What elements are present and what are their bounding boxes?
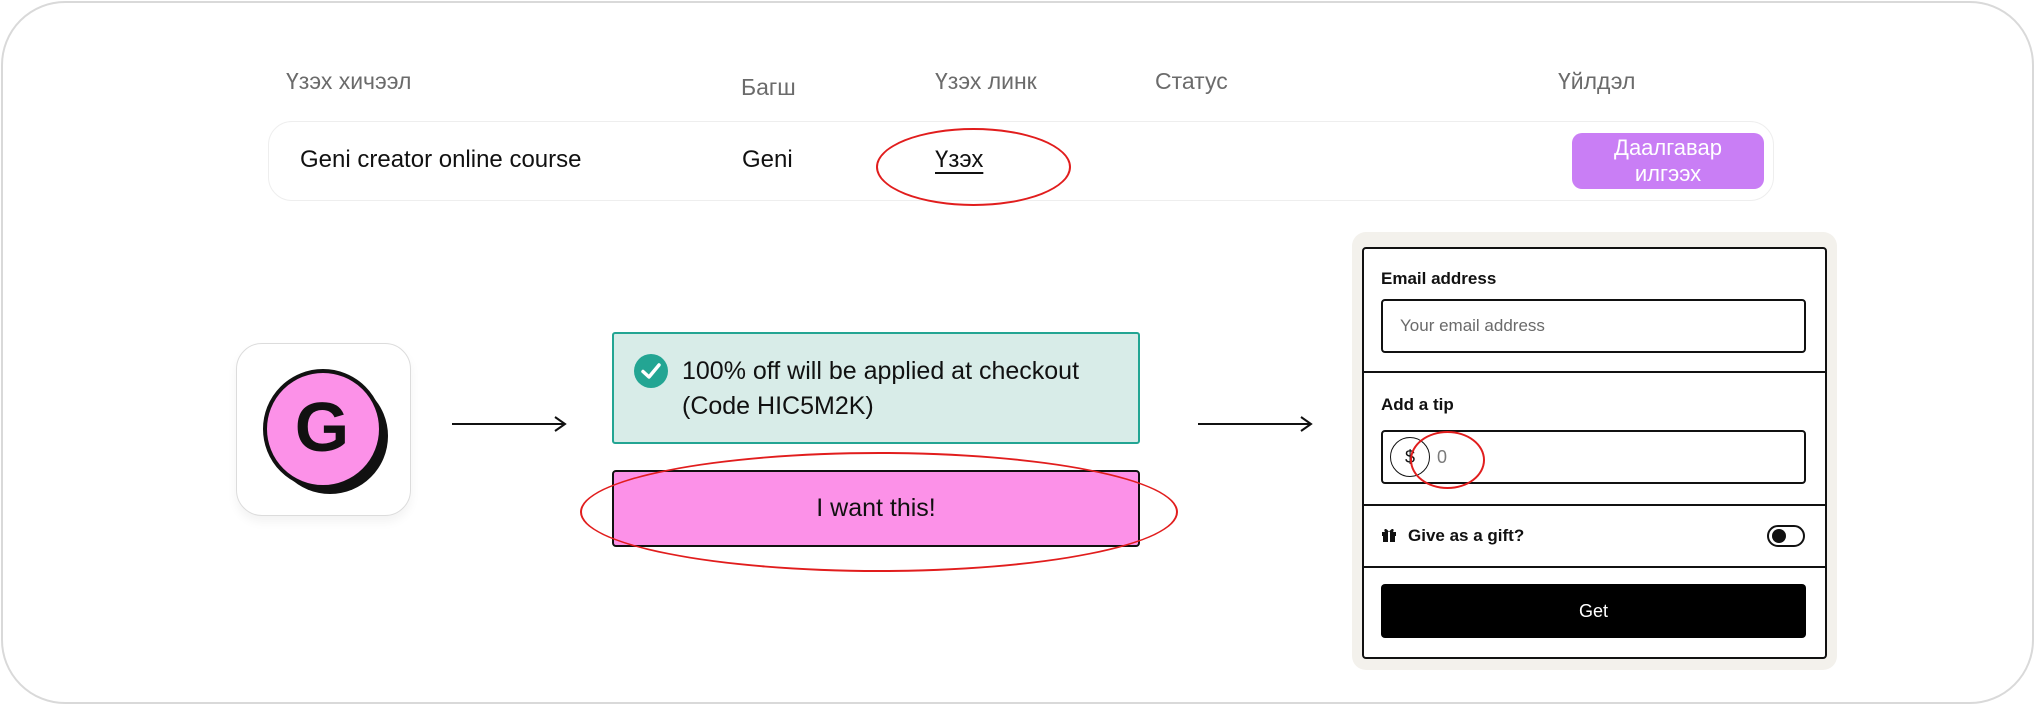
get-section: Get bbox=[1364, 568, 1825, 657]
discount-notice: 100% off will be applied at checkout (Co… bbox=[612, 332, 1140, 444]
arrow-right-icon bbox=[1198, 416, 1313, 432]
toggle-knob bbox=[1772, 529, 1786, 543]
header-action: Үйлдэл bbox=[1558, 68, 1636, 94]
get-button[interactable]: Get bbox=[1381, 584, 1806, 638]
header-link: Үзэх линк bbox=[935, 68, 1037, 94]
svg-text:G: G bbox=[295, 388, 349, 466]
gift-section: Give as a gift? bbox=[1364, 506, 1825, 568]
logo-card: G bbox=[236, 343, 411, 516]
gift-icon bbox=[1382, 528, 1396, 542]
email-label: Email address bbox=[1381, 269, 1497, 288]
checkout-card: Email address Add a tip $ Give as a gift… bbox=[1362, 247, 1827, 659]
header-teacher: Багш bbox=[741, 74, 796, 100]
header-status: Статус bbox=[1155, 68, 1228, 94]
tip-section: Add a tip $ bbox=[1364, 373, 1825, 506]
view-link[interactable]: Үзэх bbox=[935, 146, 983, 174]
tip-field[interactable]: $ bbox=[1381, 430, 1806, 484]
discount-message: 100% off will be applied at checkout (Co… bbox=[682, 357, 1080, 420]
arrow-right-icon bbox=[452, 416, 567, 432]
geni-logo-icon: G bbox=[263, 369, 388, 494]
teacher-name: Geni bbox=[742, 146, 793, 173]
email-section: Email address bbox=[1364, 249, 1825, 373]
i-want-this-button[interactable]: I want this! bbox=[612, 470, 1140, 547]
tip-input[interactable] bbox=[1437, 440, 1797, 474]
header-lesson: Үзэх хичээл bbox=[286, 68, 412, 94]
table-row: Geni creator online course Geni Үзэх Даа… bbox=[268, 121, 1774, 201]
check-circle-icon bbox=[634, 354, 668, 388]
email-field[interactable] bbox=[1381, 299, 1806, 353]
dollar-icon: $ bbox=[1390, 437, 1430, 477]
course-name: Geni creator online course bbox=[300, 146, 582, 173]
gift-toggle[interactable] bbox=[1767, 525, 1805, 547]
submit-assignment-button[interactable]: Даалгавар илгээх bbox=[1572, 133, 1764, 189]
tip-label: Add a tip bbox=[1381, 395, 1454, 414]
checkout-panel: Email address Add a tip $ Give as a gift… bbox=[1352, 232, 1837, 670]
gift-label: Give as a gift? bbox=[1408, 526, 1525, 545]
